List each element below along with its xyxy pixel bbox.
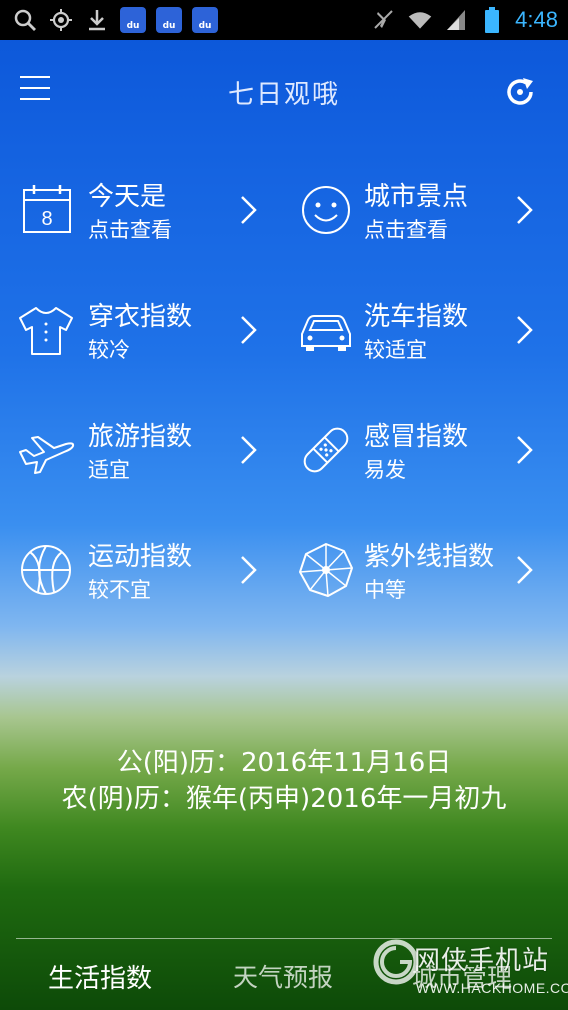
calendar-day: 8 (41, 208, 52, 230)
tshirt-icon (19, 307, 73, 355)
watermark-url: WWW.HACKHOME.COM (416, 980, 568, 996)
chevron-right-icon (517, 196, 533, 224)
calendar-icon: 8 (23, 185, 71, 233)
grid-item-today[interactable]: 8 今天是 点击查看 (0, 160, 284, 260)
item-value: 较不宜 (88, 578, 151, 602)
chevron-right-icon (517, 316, 533, 344)
grid-item-sports[interactable]: 运动指数 较不宜 (0, 520, 284, 620)
grid-item-travel[interactable]: 旅游指数 适宜 (0, 400, 284, 500)
index-grid: 8 今天是 点击查看 城市景点 点击查看 穿衣指数 较冷 洗车指数 较适宜 旅游… (0, 160, 568, 640)
item-value: 中等 (364, 578, 406, 602)
watermark-logo-icon (373, 939, 419, 985)
baidu-icon: du (192, 7, 218, 33)
download-icon (84, 7, 110, 33)
item-value: 较适宜 (364, 338, 427, 362)
item-name: 城市景点 (364, 182, 469, 212)
grid-item-cold[interactable]: 感冒指数 易发 (284, 400, 568, 500)
chevron-right-icon (241, 196, 257, 224)
battery-icon (479, 7, 505, 33)
baidu-icon: du (120, 7, 146, 33)
tab-weather-forecast[interactable]: 天气预报 (233, 958, 333, 994)
item-name: 洗车指数 (364, 302, 469, 332)
grid-row: 运动指数 较不宜 紫外线指数 中等 (0, 520, 568, 640)
grid-item-uv[interactable]: 紫外线指数 中等 (284, 520, 568, 620)
baidu-label: du (198, 21, 212, 31)
item-value: 点击查看 (364, 218, 448, 242)
status-bar: du du du 4:48 (0, 0, 568, 40)
tab-life-index[interactable]: 生活指数 (48, 958, 152, 995)
item-name: 运动指数 (88, 542, 193, 572)
basketball-icon (21, 545, 71, 595)
airplane-icon (19, 436, 75, 474)
item-value: 较冷 (88, 338, 130, 362)
chevron-right-icon (241, 316, 257, 344)
watermark-title: 网侠手机站 (414, 946, 550, 976)
grid-row: 穿衣指数 较冷 洗车指数 较适宜 (0, 280, 568, 400)
search-icon (12, 7, 38, 33)
refresh-icon (507, 78, 533, 105)
mute-icon (371, 7, 397, 33)
item-value: 易发 (364, 458, 406, 482)
chevron-right-icon (241, 556, 257, 584)
refresh-button[interactable] (502, 74, 538, 110)
watermark: 网侠手机站 WWW.HACKHOME.COM (372, 936, 568, 1006)
item-value: 点击查看 (88, 218, 172, 242)
item-name: 紫外线指数 (364, 542, 495, 572)
baidu-label: du (162, 21, 176, 31)
bandage-icon (303, 427, 349, 473)
lunar-date: 农(阴)历：猴年(丙申)2016年一月初九 (61, 784, 507, 814)
wifi-icon (407, 7, 433, 33)
chevron-right-icon (241, 436, 257, 464)
car-icon (301, 315, 351, 351)
date-info: 公(阳)历：2016年11月16日 农(阴)历：猴年(丙申)2016年一月初九 (0, 745, 568, 817)
solar-date: 公(阳)历：2016年11月16日 (116, 748, 452, 778)
umbrella-icon (299, 543, 353, 597)
item-value: 适宜 (88, 458, 130, 482)
grid-row: 8 今天是 点击查看 城市景点 点击查看 (0, 160, 568, 280)
grid-item-carwash[interactable]: 洗车指数 较适宜 (284, 280, 568, 380)
item-name: 今天是 (88, 182, 167, 212)
item-name: 穿衣指数 (88, 302, 193, 332)
location-icon (48, 7, 74, 33)
item-name: 感冒指数 (364, 422, 469, 452)
grid-row: 旅游指数 适宜 感冒指数 易发 (0, 400, 568, 520)
clock: 4:48 (515, 7, 558, 32)
chevron-right-icon (517, 556, 533, 584)
signal-icon (443, 7, 469, 33)
page-title: 七日观哦 (227, 80, 340, 110)
grid-item-dressing[interactable]: 穿衣指数 较冷 (0, 280, 284, 380)
baidu-label: du (126, 21, 140, 31)
smiley-icon (302, 186, 350, 234)
baidu-icon: du (156, 7, 182, 33)
app-header: 七日观哦 (0, 60, 568, 120)
item-name: 旅游指数 (88, 422, 193, 452)
grid-item-attractions[interactable]: 城市景点 点击查看 (284, 160, 568, 260)
chevron-right-icon (517, 436, 533, 464)
